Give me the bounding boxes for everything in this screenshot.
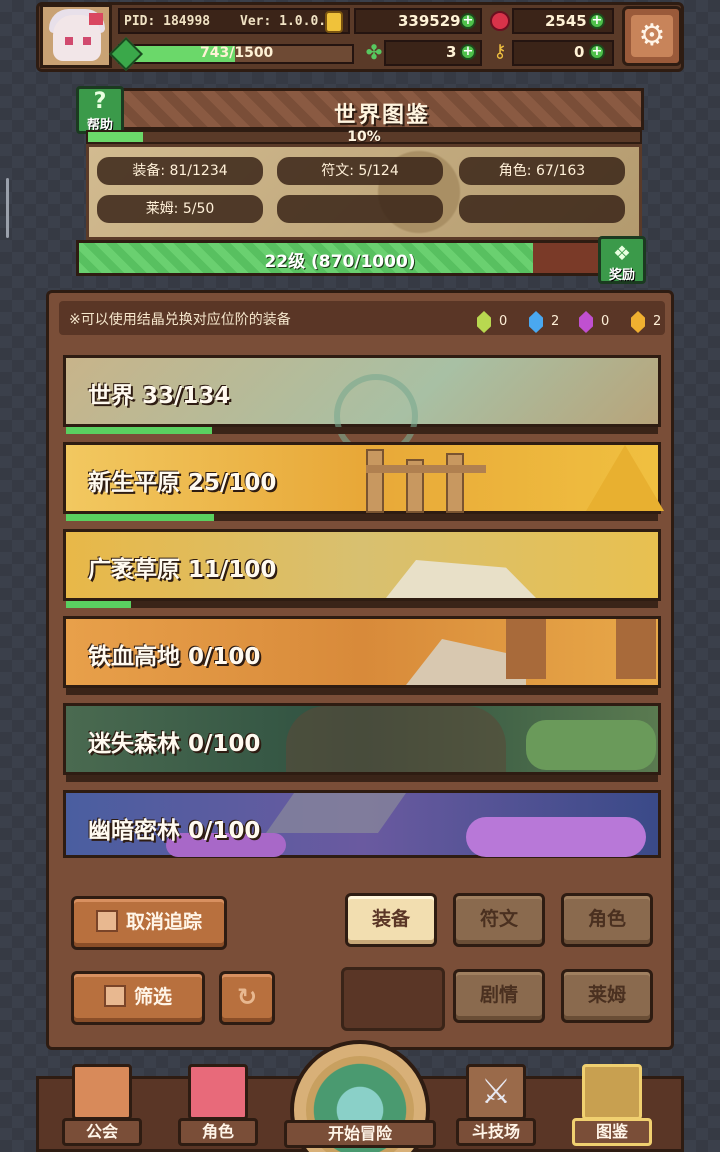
player-avatar[interactable]: [40, 4, 112, 68]
question-icon: ?: [93, 89, 107, 114]
green-crystal-count: 0: [499, 314, 508, 329]
region-label: 幽暗密林 0/100: [88, 818, 261, 844]
gold-coin-icon: [325, 11, 343, 33]
tip-text: ※可以使用结晶兑换对应位阶的装备: [69, 312, 291, 328]
clover-icon: ✤: [365, 40, 383, 64]
filter-button[interactable]: 筛选: [71, 971, 205, 1025]
add-key-button[interactable]: +: [589, 44, 605, 60]
completion-percent: 10%: [347, 129, 381, 145]
region-label: 广袤草原 11/100: [88, 557, 277, 583]
guild-house-icon: [72, 1064, 132, 1120]
slime-stat: 莱姆: 5/50: [97, 195, 263, 223]
nav-start-label: 开始冒险: [284, 1120, 436, 1148]
gold-crystal-icon: [631, 311, 645, 333]
rune-stat: 符文: 5/124: [277, 157, 443, 185]
gold-crystal-count: 2: [653, 314, 662, 329]
character-portrait-icon: [188, 1064, 248, 1120]
nav-guild-label: 公会: [62, 1118, 142, 1146]
pid-label: PID: 184998: [124, 14, 211, 29]
title-banner: 世界图鉴: [120, 88, 644, 130]
blue-crystal-icon: [529, 311, 543, 333]
red-gem-icon: [490, 11, 510, 31]
purple-crystal-icon: [579, 311, 593, 333]
nav-characters-label: 角色: [178, 1118, 258, 1146]
refresh-button[interactable]: ↻: [219, 971, 275, 1025]
version-label: Ver: 1.0.0.0: [240, 14, 334, 29]
nav-guild[interactable]: 公会: [62, 1062, 142, 1150]
nav-start-adventure[interactable]: 开始冒险: [284, 1040, 436, 1152]
character-stat: 角色: 67/163: [459, 157, 625, 185]
tab-characters[interactable]: 角色: [561, 893, 653, 947]
region-newborn-plain[interactable]: 新生平原 25/100: [63, 442, 664, 521]
thumb-icon: [95, 909, 118, 932]
add-clover-button[interactable]: +: [460, 44, 476, 60]
region-world[interactable]: 世界 33/134: [63, 355, 661, 458]
key-icon: ⚷: [493, 41, 507, 62]
key-amount: 0: [574, 43, 585, 61]
book-icon: [582, 1064, 642, 1120]
region-label: 迷失森林 0/100: [88, 731, 261, 757]
add-gem-button[interactable]: +: [589, 13, 605, 29]
blue-crystal-count: 2: [551, 314, 560, 329]
gift-icon: ❖: [613, 241, 631, 265]
purple-crystal-count: 0: [601, 314, 610, 329]
untrack-button[interactable]: 取消追踪: [71, 896, 227, 950]
region-label: 新生平原 25/100: [88, 470, 277, 496]
tip-bar: ※可以使用结晶兑换对应位阶的装备 0 2 0 2: [59, 301, 665, 335]
nav-arena-label: 斗技场: [456, 1118, 536, 1146]
completion-bar: 10%: [86, 129, 642, 145]
region-lost-forest[interactable]: 迷失森林 0/100: [63, 703, 661, 782]
encyclopedia-title: 世界图鉴: [333, 103, 430, 128]
reward-button[interactable]: ❖ 奖励: [598, 236, 646, 284]
nav-characters[interactable]: 角色: [178, 1062, 258, 1150]
region-label: 世界 33/134: [88, 383, 231, 409]
stats-map-panel: 装备: 81/1234 符文: 5/124 角色: 67/163 莱姆: 5/5…: [86, 144, 642, 240]
tab-runes[interactable]: 符文: [453, 893, 545, 947]
gear-icon: ⚙: [631, 15, 673, 57]
region-label: 铁血高地 0/100: [88, 644, 261, 670]
refresh-icon: ↻: [236, 983, 258, 1011]
nav-codex[interactable]: 图鉴: [572, 1062, 652, 1150]
add-gold-button[interactable]: +: [460, 13, 476, 29]
encyclopedia-header: 世界图鉴 ? 帮助 10% 装备: 81/1234 符文: 5/124 角色: …: [76, 84, 646, 284]
help-button[interactable]: ? 帮助: [76, 86, 124, 134]
grid-icon: [103, 984, 126, 1007]
tab-story[interactable]: 剧情: [453, 969, 545, 1023]
nav-codex-label: 图鉴: [572, 1118, 652, 1146]
gem-amount: 2545: [545, 12, 587, 30]
tab-slimes[interactable]: 莱姆: [561, 969, 653, 1023]
edge-indicator: [6, 178, 9, 238]
level-text: 22级 (870/1000): [264, 252, 416, 272]
region-progress: [66, 514, 214, 521]
empty-stat-slot: [459, 195, 625, 223]
region-vast-grassland[interactable]: 广袤草原 11/100: [63, 529, 661, 608]
region-progress: [66, 601, 132, 608]
crossed-swords-icon: ⚔: [466, 1064, 526, 1120]
empty-stat-slot: [277, 195, 443, 223]
tab-equipment[interactable]: 装备: [345, 893, 437, 947]
nav-arena[interactable]: ⚔ 斗技场: [456, 1062, 536, 1150]
gold-amount: 339529: [398, 12, 461, 30]
region-iron-highland[interactable]: 铁血高地 0/100: [63, 616, 661, 695]
reward-label: 奖励: [608, 268, 635, 283]
region-list-panel: ※可以使用结晶兑换对应位阶的装备 0 2 0 2 世界 33/134 新生平原 …: [46, 290, 674, 1050]
region-progress: [66, 427, 212, 434]
xp-text: 743/1500: [200, 45, 274, 61]
empty-slot: [341, 967, 445, 1031]
settings-button[interactable]: ⚙: [622, 6, 682, 66]
green-crystal-icon: [477, 311, 491, 333]
region-dark-jungle[interactable]: 幽暗密林 0/100: [63, 790, 661, 858]
equipment-stat: 装备: 81/1234: [97, 157, 263, 185]
clover-amount: 3: [446, 43, 457, 61]
level-bar: 22级 (870/1000): [76, 240, 604, 276]
